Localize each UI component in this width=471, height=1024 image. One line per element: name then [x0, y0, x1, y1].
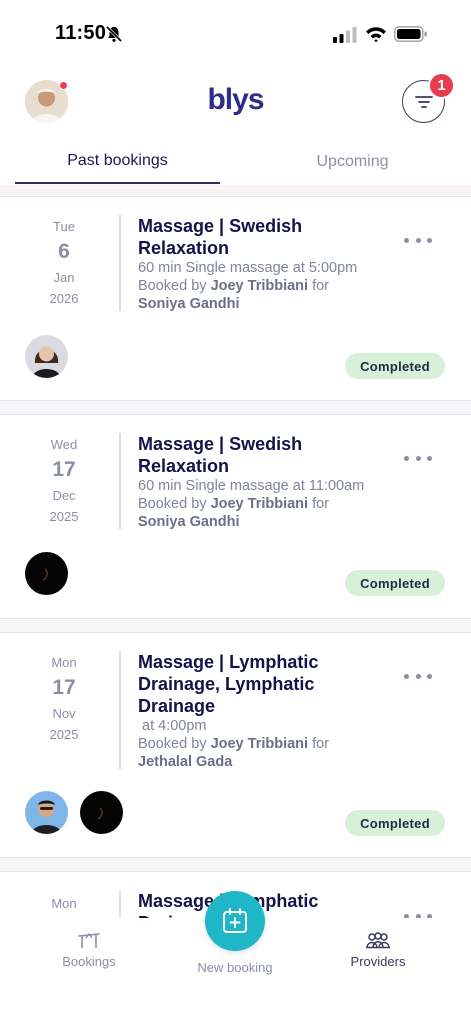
- booking-date: Mon: [20, 896, 108, 911]
- date-weekday: Mon: [51, 655, 77, 670]
- divider: [0, 185, 471, 195]
- divider: [119, 433, 121, 529]
- booking-title: Massage | Swedish Relaxation: [138, 434, 303, 476]
- nav-providers[interactable]: Providers: [318, 930, 438, 969]
- date-year: 2026: [49, 291, 79, 306]
- date-day-number: 17: [52, 458, 76, 481]
- booked-by-name: Joey Tribbiani: [210, 278, 309, 294]
- nav-bookings[interactable]: Bookings: [29, 930, 149, 969]
- new-booking-button[interactable]: [205, 891, 265, 951]
- provider-avatar[interactable]: [25, 335, 68, 378]
- divider: [119, 651, 121, 769]
- user-avatar-button[interactable]: [25, 80, 68, 123]
- nav-providers-label: Providers: [350, 954, 406, 969]
- wifi-icon: [366, 27, 386, 43]
- date-year: 2025: [49, 509, 79, 524]
- booking-card[interactable]: Wed 17 Dec 2025 Massage | Swedish Relaxa…: [0, 414, 471, 619]
- status-bar: 11:50: [0, 0, 471, 68]
- tab-past-bookings[interactable]: Past bookings: [15, 140, 220, 184]
- card-gap: [0, 401, 471, 414]
- booking-title: Massage | Lymphatic Drainage, Lymphatic …: [138, 652, 319, 716]
- tab-upcoming[interactable]: Upcoming: [250, 140, 455, 184]
- booking-details: Massage | Swedish Relaxation 60 min Sing…: [138, 433, 378, 531]
- nav-new-booking-label: New booking: [197, 960, 273, 975]
- booked-by-line: Booked by Joey Tribbiani for: [138, 495, 378, 513]
- booked-by-prefix: Booked by: [138, 496, 207, 512]
- recipient-name: Soniya Gandhi: [138, 514, 240, 530]
- date-weekday: Mon: [51, 896, 77, 911]
- nav-bookings-label: Bookings: [62, 954, 116, 969]
- recipient-line: Jethalal Gada: [138, 753, 378, 771]
- booked-by-line: Booked by Joey Tribbiani for: [138, 735, 378, 753]
- date-month: Jan: [53, 270, 75, 285]
- status-time: 11:50: [55, 22, 107, 44]
- bell-off-icon: [105, 25, 123, 43]
- date-month: Nov: [52, 706, 76, 721]
- date-weekday: Tue: [53, 219, 75, 234]
- filter-count-badge: 1: [428, 72, 455, 99]
- filter-icon: [414, 95, 433, 108]
- date-day-number: 6: [58, 240, 70, 263]
- booking-detail: 60 min Single massage at 11:00am: [138, 478, 365, 494]
- provider-avatars: [25, 335, 68, 378]
- signal-icon: [333, 27, 357, 43]
- massage-table-icon: [78, 932, 100, 948]
- more-options-button[interactable]: [404, 233, 432, 247]
- booked-by-prefix: Booked by: [138, 736, 207, 752]
- divider: [119, 215, 121, 311]
- for-word: for: [312, 496, 330, 512]
- provider-avatar[interactable]: [25, 552, 68, 595]
- booking-detail: 60 min Single massage at 5:00pm: [138, 260, 358, 276]
- status-badge: Completed: [345, 570, 445, 596]
- booked-by-line: Booked by Joey Tribbiani for: [138, 277, 378, 295]
- calendar-plus-icon: [223, 908, 247, 933]
- more-options-button[interactable]: [404, 669, 432, 683]
- status-badge: Completed: [345, 353, 445, 379]
- brand-logo: blys: [207, 83, 264, 116]
- provider-man-icon: [25, 791, 68, 834]
- recipient-line: Soniya Gandhi: [138, 513, 378, 531]
- booking-date: Wed 17 Dec 2025: [20, 437, 108, 524]
- date-year: 2025: [49, 727, 79, 742]
- recipient-line: Soniya Gandhi: [138, 295, 378, 313]
- provider-avatar[interactable]: [25, 791, 68, 834]
- booking-details: Massage | Swedish Relaxation 60 min Sing…: [138, 215, 378, 313]
- date-month: Dec: [52, 488, 76, 503]
- recipient-name: Jethalal Gada: [138, 754, 233, 770]
- recipient-name: Soniya Gandhi: [138, 296, 240, 312]
- nav-new-booking-label-wrap[interactable]: New booking: [175, 960, 295, 975]
- date-day-number: 17: [52, 676, 76, 699]
- provider-avatars: [25, 552, 68, 595]
- for-word: for: [312, 278, 330, 294]
- booking-tabs: Past bookings Upcoming: [0, 140, 471, 186]
- booking-detail: at 4:00pm: [138, 718, 207, 734]
- card-gap: [0, 619, 471, 632]
- booked-by-name: Joey Tribbiani: [210, 736, 309, 752]
- more-options-button[interactable]: [404, 451, 432, 465]
- booked-by-prefix: Booked by: [138, 278, 207, 294]
- providers-icon: [366, 932, 390, 949]
- booking-title: Massage | Swedish Relaxation: [138, 216, 303, 258]
- booked-by-name: Joey Tribbiani: [210, 496, 309, 512]
- booking-date: Mon 17 Nov 2025: [20, 655, 108, 742]
- provider-avatar[interactable]: [80, 791, 123, 834]
- booking-card[interactable]: Tue 6 Jan 2026 Massage | Swedish Relaxat…: [0, 196, 471, 401]
- provider-avatars: [25, 791, 123, 834]
- provider-woman-icon: [25, 335, 68, 378]
- app-header: blys 1: [0, 68, 471, 138]
- for-word: for: [312, 736, 330, 752]
- provider-dark-icon: [25, 552, 68, 595]
- notification-dot: [59, 81, 68, 90]
- battery-icon: [394, 26, 427, 42]
- card-gap: [0, 858, 471, 871]
- provider-dark-icon: [80, 791, 123, 834]
- booking-details: Massage | Lymphatic Drainage, Lymphatic …: [138, 651, 378, 771]
- booking-date: Tue 6 Jan 2026: [20, 219, 108, 306]
- date-weekday: Wed: [50, 437, 78, 452]
- status-badge: Completed: [345, 810, 445, 836]
- booking-card[interactable]: Mon 17 Nov 2025 Massage | Lymphatic Drai…: [0, 632, 471, 858]
